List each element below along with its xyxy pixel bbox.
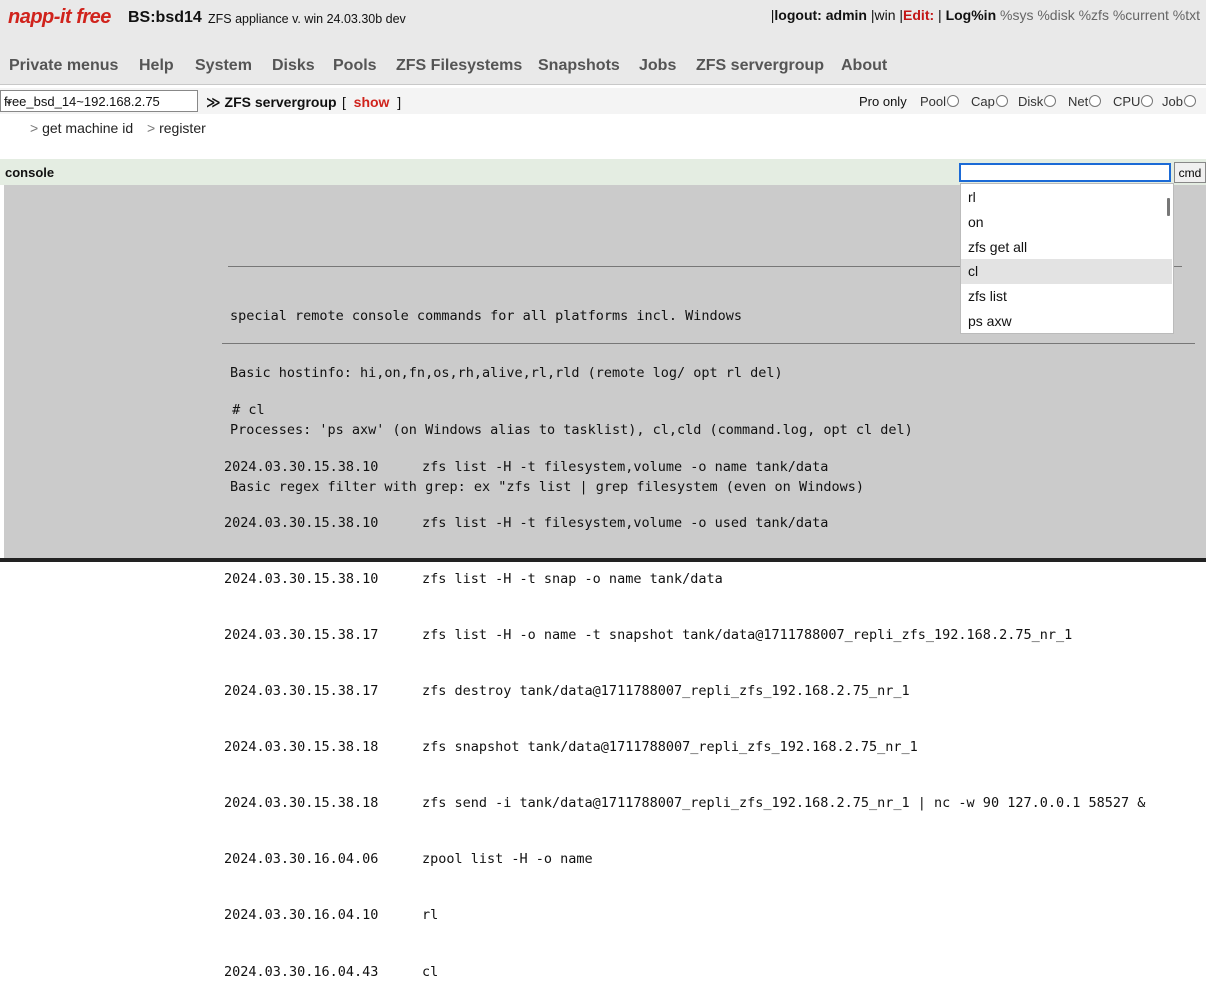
menu-jobs[interactable]: Jobs [639,57,676,75]
log-row: 2024.03.30.15.38.17 zfs list -H -o name -… [224,626,1073,643]
autocomplete-item-zfs-list[interactable]: zfs list [961,284,1172,309]
show-toggle: [ show ] [342,94,402,110]
monitor-cap[interactable]: Cap [971,94,1008,109]
menu-pools[interactable]: Pools [333,57,377,75]
console-label: console [5,165,55,180]
chevron-down-icon: ⌄ [4,93,15,107]
submenu-register[interactable]: > register [147,120,206,136]
pro-only-label: Pro only [859,94,907,109]
monitor-job[interactable]: Job [1162,94,1196,109]
submenu-get-machine-id[interactable]: > get machine id [30,120,133,136]
autocomplete-item-on[interactable]: on [961,210,1172,235]
log-row: 2024.03.30.15.38.17 zfs destroy tank/data… [224,682,910,699]
command-log: # cl 2024.03.30.15.38.10 zfs list -H -t f… [224,364,1145,1000]
server-select[interactable]: free_bsd_14~192.168.2.75 ⌄ [0,90,198,112]
menu-system[interactable]: System [195,57,252,75]
logout-link[interactable]: logout: admin [774,7,867,23]
win-link[interactable]: win [875,7,896,23]
host-name: BS:bsd14 [128,9,202,26]
log-row: 2024.03.30.15.38.10 zfs list -H -t filesy… [224,458,829,475]
page-title: ZFS servergroup [224,94,337,110]
pct-zfs-link[interactable]: %zfs [1079,7,1109,23]
menu-private-menus[interactable]: Private menus [9,57,118,75]
top-links: |logout: admin |win |Edit: | Log%in %sys… [770,7,1200,23]
cmd-button[interactable]: cmd [1174,162,1206,183]
status-dot-icon [995,95,1008,107]
log-row: 2024.03.30.15.38.10 zfs list -H -t snap -… [224,570,723,587]
breadcrumb: ≫ ZFS servergroup [206,94,337,111]
pct-current-link[interactable]: %current [1113,7,1169,23]
status-dot-icon [1044,95,1057,107]
help-line: special remote console commands for all … [230,308,743,324]
menu-zfs-servergroup[interactable]: ZFS servergroup [696,57,824,75]
autocomplete-item-ps-axw[interactable]: ps axw [961,309,1172,333]
status-dot-icon [1141,95,1154,107]
console-command-input[interactable] [959,163,1171,182]
log-row: 2024.03.30.15.38.18 zfs send -i tank/data… [224,795,1146,812]
pct-sys-link[interactable]: %sys [1000,7,1033,23]
autocomplete-item-rl[interactable]: rl [961,185,1172,210]
show-link[interactable]: show [354,94,390,110]
monitor-pool[interactable]: Pool [920,94,960,109]
divider [222,343,1195,344]
monitor-cpu[interactable]: CPU [1113,94,1154,109]
menu-help[interactable]: Help [139,57,174,75]
menu-about[interactable]: About [841,57,887,75]
menu-snapshots[interactable]: Snapshots [538,57,620,75]
edit-link[interactable]: Edit: [903,7,934,23]
monitor-disk[interactable]: Disk [1018,94,1057,109]
log-row: 2024.03.30.16.04.43 cl [224,963,439,980]
logo-text: napp-it [8,6,72,28]
pct-disk-link[interactable]: %disk [1037,7,1074,23]
menu-disks[interactable]: Disks [272,57,315,75]
log-row: 2024.03.30.16.04.10 rl [224,907,439,924]
status-dot-icon [947,95,960,107]
pct-in-link[interactable]: %in [971,7,996,23]
autocomplete-item-zfs-get-all[interactable]: zfs get all [961,235,1172,260]
logo-free-text: free [76,6,111,28]
command-echo: # cl [224,402,265,419]
double-chevron-icon: ≫ [206,94,221,110]
napp-it-logo[interactable]: napp-it free [8,6,111,29]
bottom-edge [0,558,1206,562]
monitor-net[interactable]: Net [1068,94,1102,109]
log-row: 2024.03.30.15.38.10 zfs list -H -t filesy… [224,514,829,531]
log-row: 2024.03.30.16.04.06 zpool list -H -o name [224,851,593,868]
autocomplete-item-cl[interactable]: cl [961,259,1172,284]
log-link[interactable]: Log [946,7,972,23]
menu-zfs-filesystems[interactable]: ZFS Filesystems [396,57,522,75]
appliance-version: ZFS appliance v. win 24.03.30b dev [208,12,406,26]
status-dot-icon [1183,95,1196,107]
status-dot-icon [1089,95,1102,107]
autocomplete-dropdown: rl on zfs get all cl zfs list ps axw [960,183,1174,334]
log-row: 2024.03.30.15.38.18 zfs snapshot tank/dat… [224,739,918,756]
dropdown-scrollbar[interactable] [1167,198,1170,216]
pct-txt-link[interactable]: %txt [1173,7,1200,23]
